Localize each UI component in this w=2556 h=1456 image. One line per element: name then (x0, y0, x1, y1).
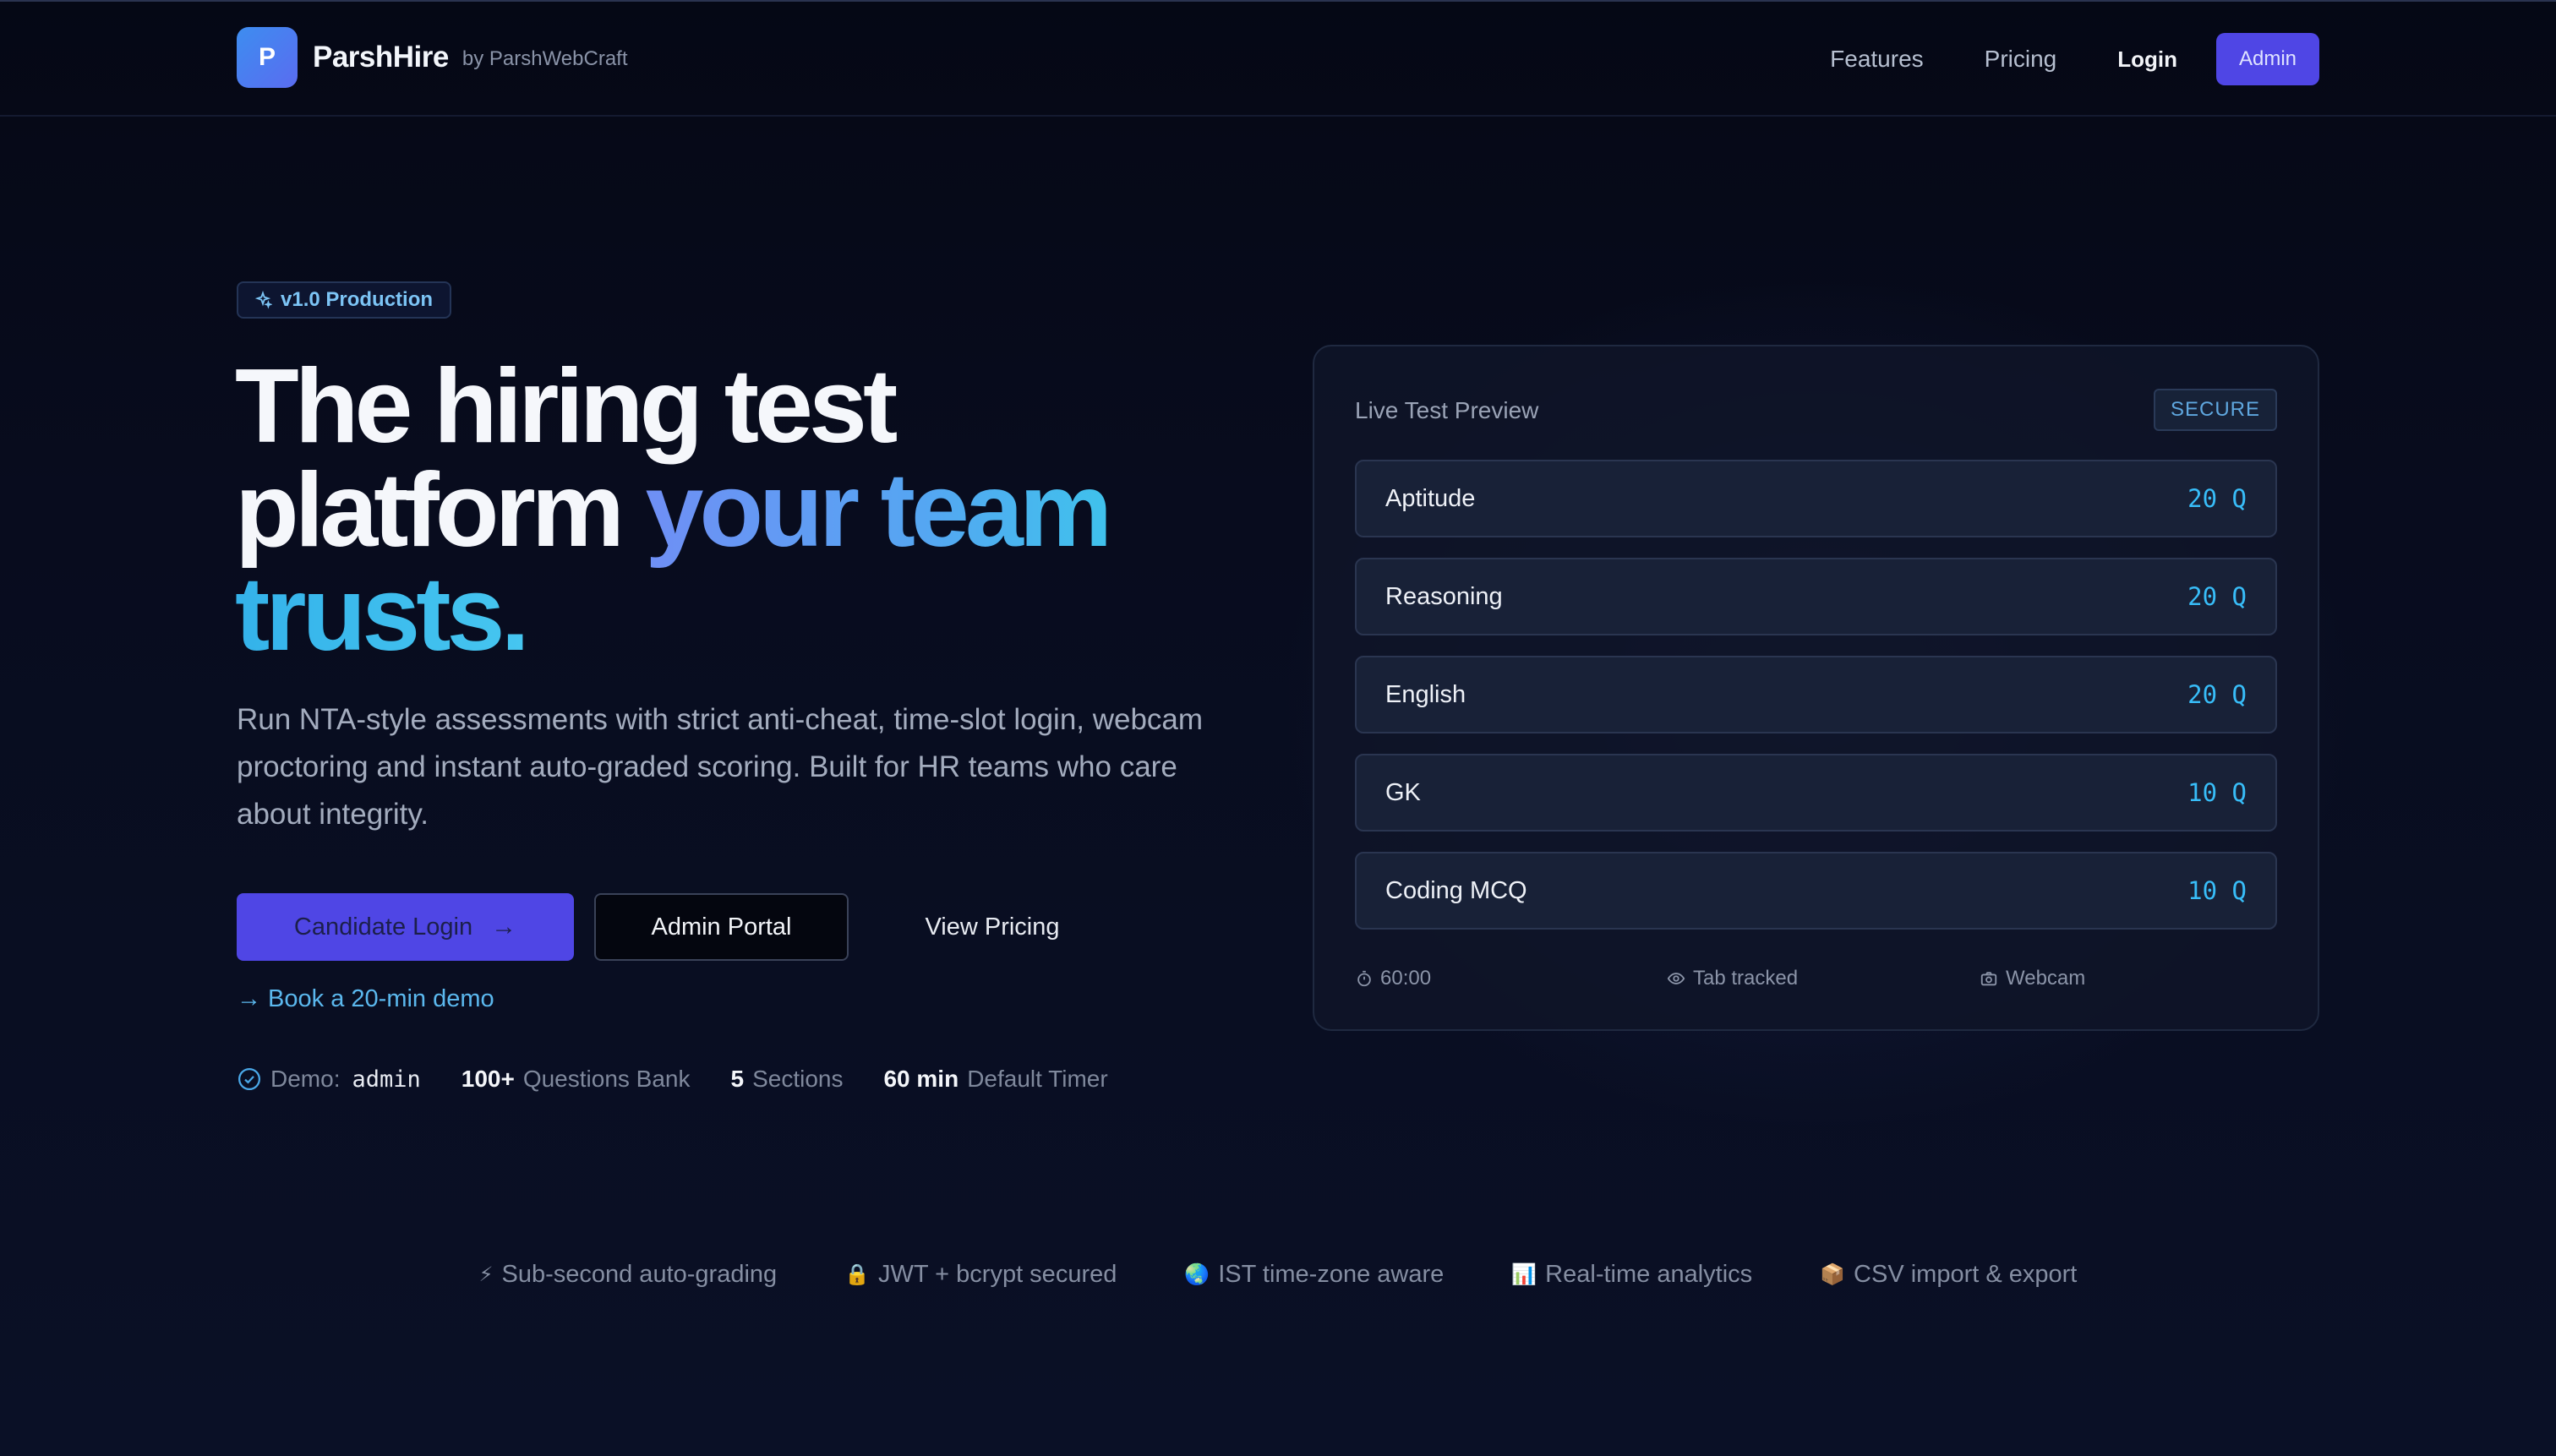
stat-timer: 60 min Default Timer (883, 1066, 1107, 1093)
feature-label: IST time-zone aware (1218, 1260, 1445, 1288)
lock-icon: 🔒 (844, 1262, 871, 1286)
feature-csv: 📦 CSV import & export (1820, 1261, 2077, 1289)
live-test-preview-card: Live Test Preview SECURE Aptitude 20 Q R… (1313, 345, 2319, 1031)
section-label: GK (1385, 778, 1421, 806)
nav-admin-button[interactable]: Admin (2216, 33, 2319, 85)
section-count: 10 Q (2187, 778, 2247, 807)
secure-badge: SECURE (2153, 389, 2277, 431)
brand-name: ParshHire (313, 41, 449, 74)
section-count: 20 Q (2187, 680, 2247, 709)
bar-chart-icon: 📊 (1511, 1262, 1537, 1286)
feature-label: Sub-second auto-grading (501, 1260, 778, 1288)
arrow-right-icon: → (491, 913, 517, 941)
section-count: 20 Q (2187, 582, 2247, 611)
stat-timer-label: Default Timer (967, 1066, 1108, 1092)
section-count: 10 Q (2187, 876, 2247, 905)
feature-label: JWT + bcrypt secured (878, 1260, 1117, 1288)
demo-value: admin (352, 1066, 421, 1093)
eye-icon (1667, 973, 1685, 984)
candidate-login-button[interactable]: Candidate Login → (237, 893, 574, 961)
headline-line-1: The hiring test (235, 348, 898, 465)
section-count: 20 Q (2187, 484, 2247, 513)
timer-value: 60:00 (1380, 967, 1432, 990)
version-badge-label: v1.0 Production (281, 288, 434, 311)
feature-strip: ⚡ Sub-second auto-grading 🔒 JWT + bcrypt… (0, 1255, 2556, 1294)
stat-sections-value: 5 (730, 1066, 745, 1092)
view-pricing-button[interactable]: View Pricing (882, 893, 1102, 961)
feature-label: CSV import & export (1854, 1260, 2078, 1288)
section-row-gk: GK 10 Q (1355, 754, 2277, 832)
book-demo-link[interactable]: → Book a 20-min demo (237, 985, 494, 1013)
camera-icon (1980, 972, 1997, 986)
nav-login-link[interactable]: Login (2117, 46, 2177, 73)
section-label: Reasoning (1385, 582, 1503, 610)
feature-auto-grading: ⚡ Sub-second auto-grading (479, 1261, 778, 1289)
version-badge: v1.0 Production (237, 281, 452, 319)
tab-tracked-indicator: Tab tracked (1666, 962, 1798, 995)
section-row-english: English 20 Q (1355, 656, 2277, 733)
feature-timezone: 🌏 IST time-zone aware (1184, 1261, 1444, 1289)
section-row-coding-mcq: Coding MCQ 10 Q (1355, 852, 2277, 930)
section-label: Aptitude (1385, 484, 1476, 512)
stat-sections-label: Sections (752, 1066, 844, 1092)
brand[interactable]: P ParshHire by ParshWebCraft (237, 27, 628, 88)
timer-indicator: 60:00 (1355, 962, 1431, 995)
stat-questions: 100+ Questions Bank (462, 1066, 691, 1093)
headline-line-3: trusts. (235, 556, 530, 673)
stat-timer-value: 60 min (883, 1066, 959, 1092)
globe-icon: 🌏 (1184, 1262, 1210, 1286)
tab-tracked-label: Tab tracked (1693, 967, 1799, 990)
headline-line-2: platform (235, 452, 646, 569)
preview-footer: 60:00 Tab tracked Webcam (1355, 962, 2277, 995)
webcam-label: Webcam (2006, 967, 2086, 990)
nav-link-pricing[interactable]: Pricing (1985, 46, 2057, 73)
nav-links: Features Pricing Login Admin (1830, 32, 2319, 86)
hero-description: Run NTA-style assessments with strict an… (237, 703, 1204, 831)
feature-label: Real-time analytics (1545, 1260, 1753, 1288)
hero-headline: The hiring test platform your team trust… (235, 354, 1249, 667)
sparkle-icon (254, 291, 272, 309)
package-icon: 📦 (1820, 1262, 1846, 1286)
stat-sections: 5 Sections (731, 1066, 844, 1093)
feature-security: 🔒 JWT + bcrypt secured (844, 1261, 1117, 1289)
brand-byline: by ParshWebCraft (462, 47, 628, 70)
check-circle-icon (238, 1068, 260, 1090)
stat-questions-value: 100+ (461, 1066, 515, 1092)
logo-icon: P (237, 27, 298, 88)
preview-title: Live Test Preview (1355, 397, 1539, 423)
webcam-indicator: Webcam (1979, 962, 2085, 995)
candidate-login-label: Candidate Login (293, 913, 473, 941)
section-row-reasoning: Reasoning 20 Q (1355, 558, 2277, 635)
section-label: Coding MCQ (1385, 876, 1527, 904)
hero-stats: Demo: admin 100+ Questions Bank 5 Sectio… (237, 1061, 1149, 1098)
nav-link-features[interactable]: Features (1830, 46, 1924, 73)
demo-credentials: Demo: admin (237, 1066, 421, 1093)
headline-highlight: your team (645, 452, 1112, 569)
admin-portal-button[interactable]: Admin Portal (594, 893, 849, 961)
stat-questions-label: Questions Bank (522, 1066, 691, 1092)
section-row-aptitude: Aptitude 20 Q (1355, 460, 2277, 537)
demo-label: Demo: (270, 1066, 341, 1092)
section-label: English (1385, 680, 1466, 708)
stopwatch-icon (1357, 970, 1371, 987)
lightning-icon: ⚡ (478, 1262, 494, 1286)
top-nav: P ParshHire by ParshWebCraft Features Pr… (0, 2, 2556, 117)
feature-analytics: 📊 Real-time analytics (1511, 1261, 1752, 1289)
